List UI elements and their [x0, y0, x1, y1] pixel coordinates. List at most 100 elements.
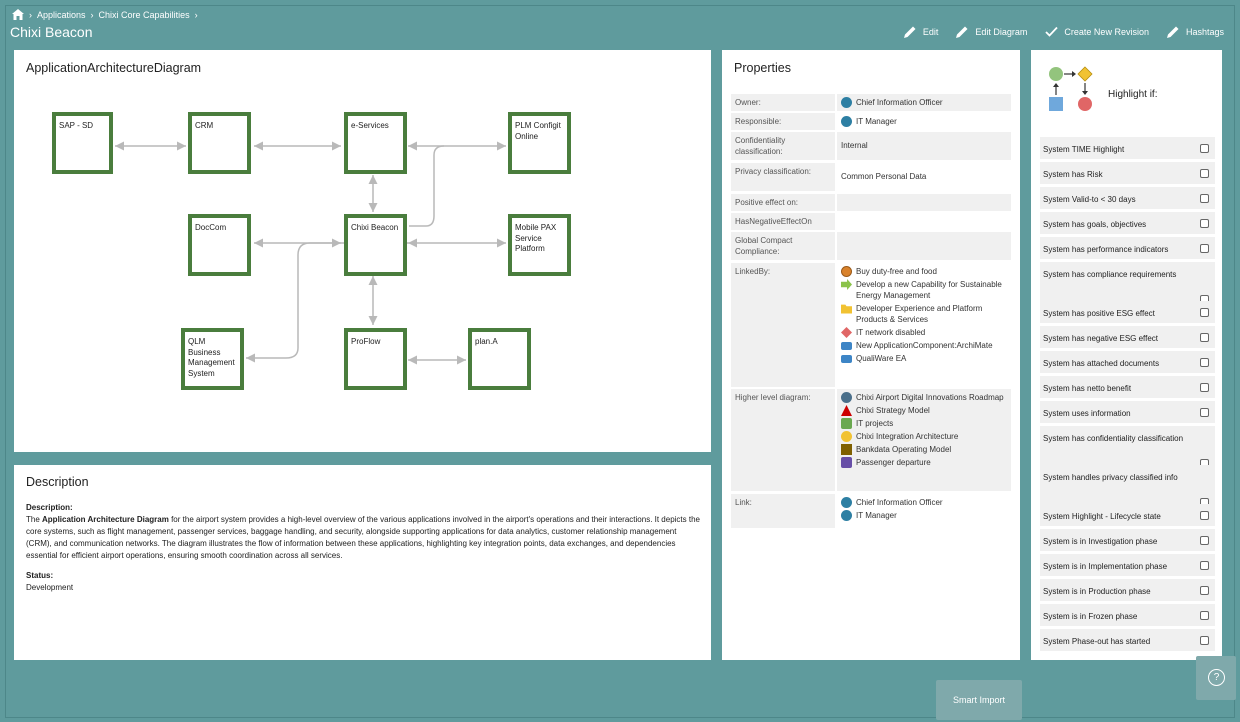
roadmap-icon — [841, 392, 852, 403]
highlight-checkbox[interactable] — [1200, 611, 1209, 620]
linked-item[interactable]: Develop a new Capability for Sustainable… — [841, 279, 1007, 301]
property-value: Chief Information Officer IT Manager — [837, 494, 1011, 528]
highlight-checkbox[interactable] — [1200, 561, 1209, 570]
page-title: Chixi Beacon — [10, 24, 93, 40]
link-item[interactable]: IT Manager — [841, 510, 1007, 521]
highlight-option-label: System has performance indicators — [1043, 245, 1169, 254]
diagram-link[interactable]: Passenger departure — [841, 457, 1007, 468]
diagram-link[interactable]: Chixi Strategy Model — [841, 405, 1007, 416]
node-plm-configit-online[interactable]: PLM Configit Online — [508, 112, 571, 174]
highlight-checkbox[interactable] — [1200, 169, 1209, 178]
highlight-checkbox[interactable] — [1200, 536, 1209, 545]
property-value: Internal — [837, 132, 1011, 160]
diagram-link[interactable]: Chixi Integration Architecture — [841, 431, 1007, 442]
property-key: Global Compact Compliance: — [731, 232, 835, 260]
edit-label: Edit — [922, 26, 939, 37]
highlight-option-label: System has positive ESG effect — [1043, 309, 1155, 318]
highlight-option[interactable]: System Valid-to < 30 days — [1040, 187, 1215, 209]
highlight-checkbox[interactable] — [1200, 219, 1209, 228]
node-eservices[interactable]: e-Services — [344, 112, 407, 174]
highlight-checkbox[interactable] — [1200, 586, 1209, 595]
property-link: Link: Chief Information Officer IT Manag… — [731, 494, 1011, 528]
edit-diagram-label: Edit Diagram — [975, 26, 1028, 37]
linked-item[interactable]: QualiWare EA — [841, 353, 1007, 364]
highlight-option[interactable]: System has performance indicators — [1040, 237, 1215, 259]
node-plan-a[interactable]: plan.A — [468, 328, 531, 390]
property-global-compact: Global Compact Compliance: — [731, 232, 1011, 260]
property-key: LinkedBy: — [731, 263, 835, 387]
highlight-checkbox[interactable] — [1200, 511, 1209, 520]
node-crm[interactable]: CRM — [188, 112, 251, 174]
property-value: Chief Information Officer — [837, 94, 1011, 111]
breadcrumb-core-capabilities[interactable]: Chixi Core Capabilities — [99, 10, 190, 20]
help-button[interactable]: ? — [1196, 656, 1236, 700]
breadcrumb-applications[interactable]: Applications — [37, 10, 86, 20]
property-key: HasNegativeEffectOn — [731, 213, 835, 230]
node-mobile-pax[interactable]: Mobile PAX Service Platform — [508, 214, 571, 276]
hashtags-label: Hashtags — [1185, 26, 1224, 37]
highlight-checkbox[interactable] — [1200, 358, 1209, 367]
property-key: Confidentiality classification: — [731, 132, 835, 160]
highlight-option[interactable]: System is in Production phase — [1040, 579, 1215, 601]
hashtags-button[interactable]: Hashtags — [1166, 25, 1224, 38]
node-sap-sd[interactable]: SAP - SD — [52, 112, 113, 174]
highlight-option[interactable]: System is in Frozen phase — [1040, 604, 1215, 626]
node-qlm[interactable]: QLM Business Management System — [181, 328, 244, 390]
linked-item[interactable]: New ApplicationComponent:ArchiMate — [841, 340, 1007, 351]
highlight-checkbox[interactable] — [1200, 333, 1209, 342]
highlight-checkbox[interactable] — [1200, 408, 1209, 417]
highlight-option-label: System is in Production phase — [1043, 587, 1151, 596]
highlight-checkbox[interactable] — [1200, 144, 1209, 153]
folder-icon — [841, 304, 852, 314]
link-item[interactable]: Chief Information Officer — [841, 497, 1007, 508]
highlight-checkbox[interactable] — [1200, 308, 1209, 317]
create-revision-label: Create New Revision — [1064, 26, 1149, 37]
highlight-checkbox[interactable] — [1200, 383, 1209, 392]
node-doccom[interactable]: DocCom — [188, 214, 251, 276]
highlight-option[interactable]: System is in Investigation phase — [1040, 529, 1215, 551]
owner-link[interactable]: Chief Information Officer — [841, 97, 1007, 108]
node-proflow[interactable]: ProFlow — [344, 328, 407, 390]
highlight-option[interactable]: System has Risk — [1040, 162, 1215, 184]
node-chixi-beacon[interactable]: Chixi Beacon — [344, 214, 407, 276]
check-icon — [1045, 26, 1059, 37]
highlight-option[interactable]: System has attached documents — [1040, 351, 1215, 373]
home-icon[interactable] — [12, 9, 24, 20]
breadcrumb-separator: › — [90, 9, 94, 20]
highlight-option[interactable]: System TIME Highlight — [1040, 137, 1215, 159]
linked-item[interactable]: Developer Experience and Platform Produc… — [841, 303, 1007, 325]
linked-item[interactable]: IT network disabled — [841, 327, 1007, 338]
responsible-link[interactable]: IT Manager — [841, 116, 1007, 127]
edit-button[interactable]: Edit — [903, 25, 939, 38]
smart-import-button[interactable]: Smart Import — [936, 680, 1022, 720]
edit-diagram-button[interactable]: Edit Diagram — [956, 25, 1027, 38]
process-icon — [841, 266, 852, 277]
highlight-option[interactable]: System has goals, objectives — [1040, 212, 1215, 234]
highlight-option[interactable]: System has positive ESG effect — [1040, 301, 1215, 323]
property-negative-effect: HasNegativeEffectOn — [731, 213, 1011, 230]
highlight-option[interactable]: System has negative ESG effect — [1040, 326, 1215, 348]
highlight-option[interactable]: System is in Implementation phase — [1040, 554, 1215, 576]
create-revision-button[interactable]: Create New Revision — [1045, 25, 1149, 38]
diagram-link[interactable]: IT projects — [841, 418, 1007, 429]
diagram-link[interactable]: Chixi Airport Digital Innovations Roadma… — [841, 392, 1007, 403]
strategy-icon — [841, 405, 852, 416]
property-owner: Owner: Chief Information Officer — [731, 94, 1011, 111]
highlight-checkbox[interactable] — [1200, 636, 1209, 645]
pencil-icon — [1166, 26, 1179, 38]
highlight-option[interactable]: System Phase-out has started — [1040, 629, 1215, 651]
property-value: IT Manager — [837, 113, 1011, 130]
property-key: Positive effect on: — [731, 194, 835, 211]
highlight-checkbox[interactable] — [1200, 244, 1209, 253]
diagram-link[interactable]: Bankdata Operating Model — [841, 444, 1007, 455]
highlight-option[interactable]: System has netto benefit — [1040, 376, 1215, 398]
highlight-option[interactable]: System uses information — [1040, 401, 1215, 423]
highlight-option-label: System is in Frozen phase — [1043, 612, 1138, 621]
status-value: Development — [26, 583, 74, 592]
highlight-checkbox[interactable] — [1200, 194, 1209, 203]
highlight-option[interactable]: System Highlight - Lifecycle state — [1040, 504, 1215, 526]
help-icon: ? — [1208, 669, 1225, 686]
linked-item[interactable]: Buy duty-free and food — [841, 266, 1007, 277]
status-label: Status: — [26, 571, 54, 580]
property-key: Owner: — [731, 94, 835, 111]
